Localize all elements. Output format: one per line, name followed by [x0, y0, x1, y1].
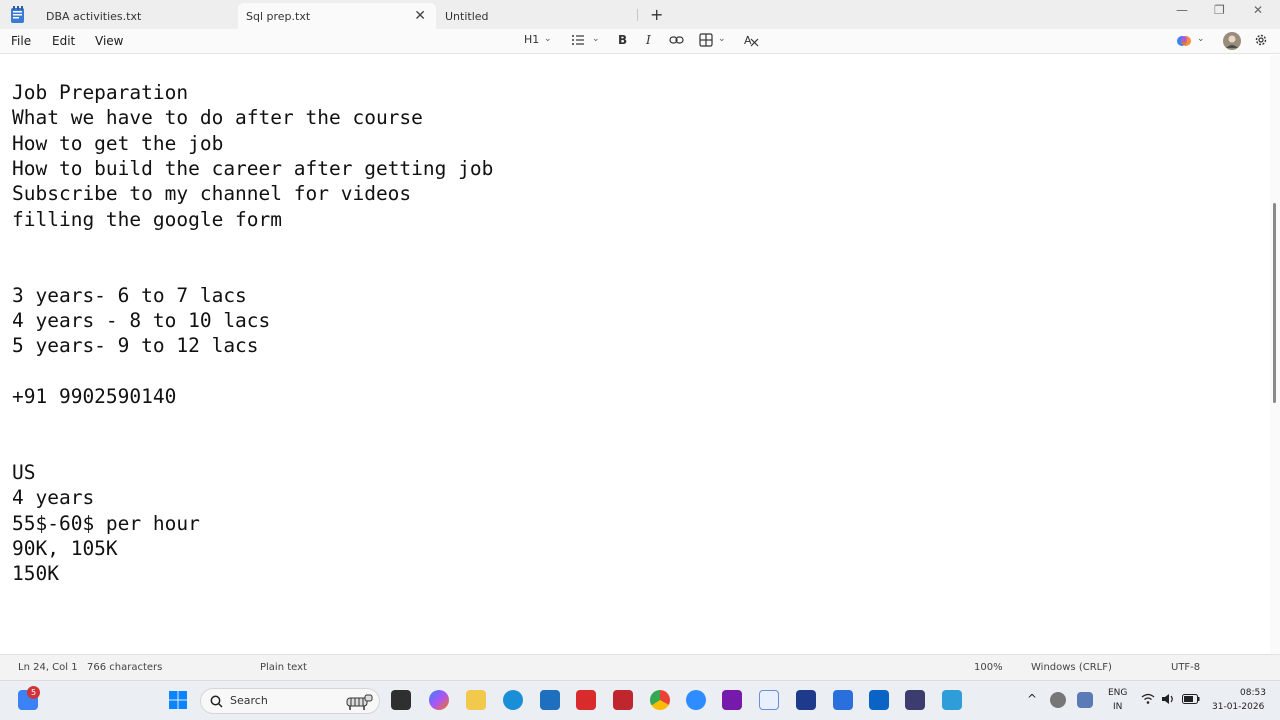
minimize-button[interactable]: —: [1176, 3, 1188, 17]
language-indicator-line2[interactable]: IN: [1113, 702, 1122, 712]
volume-icon[interactable]: [1161, 693, 1175, 705]
virtualbox-icon[interactable]: [905, 690, 925, 710]
file-format[interactable]: Plain text: [260, 662, 307, 673]
text-line: 90K, 105K: [12, 537, 118, 560]
menu-bar: File Edit View H1 ⌄ ⌄ B I ⌄ A ⌄: [0, 29, 1280, 54]
battery-icon[interactable]: [1182, 694, 1200, 704]
link-icon: [669, 36, 684, 44]
text-line: Subscribe to my channel for videos: [12, 182, 412, 205]
chrome-icon[interactable]: [650, 690, 670, 710]
text-line: 5 years- 9 to 12 lacs: [12, 334, 259, 357]
italic-button[interactable]: I: [646, 33, 651, 47]
avatar-icon: [1223, 32, 1241, 50]
remote-desktop-icon[interactable]: [796, 690, 816, 710]
character-count: 766 characters: [87, 662, 163, 673]
close-window-button[interactable]: ✕: [1253, 3, 1263, 17]
text-line: 4 years - 8 to 10 lacs: [12, 309, 271, 332]
edge-browser-icon[interactable]: [503, 690, 523, 710]
table-dropdown[interactable]: [699, 33, 713, 47]
copilot-button[interactable]: [1176, 33, 1192, 49]
scrollbar-thumb[interactable]: [1273, 203, 1276, 403]
search-icon: [210, 695, 223, 708]
start-button[interactable]: [168, 690, 188, 710]
zoom-level[interactable]: 100%: [974, 662, 1003, 673]
lastpass-icon[interactable]: [576, 690, 596, 710]
file-explorer-icon[interactable]: [466, 690, 486, 710]
chevron-down-icon: ⌄: [1197, 34, 1205, 44]
taskbar-search-box[interactable]: Search: [200, 688, 380, 714]
menu-view[interactable]: View: [95, 34, 123, 48]
language-indicator-line1[interactable]: ENG: [1108, 688, 1127, 698]
tab-label: Sql prep.txt: [246, 9, 311, 23]
cloud-sync-icon[interactable]: [1050, 692, 1066, 708]
taskbar: 5 Search ^ ENG IN 08:53 31-01-2026: [0, 680, 1280, 720]
clock-time[interactable]: 08:53: [1240, 688, 1266, 698]
bold-button[interactable]: B: [618, 33, 627, 47]
tab-label: DBA activities.txt: [46, 9, 142, 23]
list-dropdown[interactable]: [571, 33, 585, 47]
search-label: Search: [230, 694, 268, 707]
encoding[interactable]: UTF-8: [1171, 662, 1200, 673]
vertical-scrollbar[interactable]: [1270, 55, 1280, 654]
clock-date[interactable]: 31-01-2026: [1212, 702, 1264, 712]
text-line: Job Preparation: [12, 81, 189, 104]
text-line: How to get the job: [12, 132, 224, 155]
mcafee-icon[interactable]: [613, 690, 633, 710]
menu-file[interactable]: File: [11, 34, 31, 48]
photos-icon[interactable]: [869, 690, 889, 710]
table-icon: [699, 33, 713, 47]
clear-formatting-icon: A: [744, 34, 759, 47]
text-line: How to build the career after getting jo…: [12, 157, 494, 180]
settings-button[interactable]: [1254, 33, 1268, 47]
clear-formatting-button[interactable]: A: [744, 33, 759, 47]
text-editor[interactable]: Job Preparation What we have to do after…: [0, 55, 1270, 654]
line-ending[interactable]: Windows (CRLF): [1031, 662, 1112, 673]
copilot-icon: [1177, 36, 1191, 46]
chevron-down-icon: ⌄: [544, 34, 552, 44]
new-tab-button[interactable]: +: [650, 5, 663, 24]
onenote-icon[interactable]: [722, 690, 742, 710]
status-bar: Ln 24, Col 1 766 characters Plain text 1…: [0, 654, 1280, 680]
title-tab-bar: DBA activities.txt Sql prep.txt ✕ Untitl…: [0, 0, 1280, 29]
show-hidden-icons-button[interactable]: ^: [1027, 692, 1037, 706]
cursor-position[interactable]: Ln 24, Col 1: [18, 662, 78, 673]
close-tab-icon[interactable]: ✕: [414, 8, 426, 24]
chevron-down-icon: ⌄: [592, 34, 600, 44]
windows-logo-icon: [169, 691, 187, 709]
text-line: filling the google form: [12, 208, 283, 231]
copilot-taskbar-icon[interactable]: [429, 690, 449, 710]
gear-icon: [1255, 34, 1267, 46]
tab-untitled[interactable]: Untitled: [437, 3, 637, 29]
notification-badge: 5: [27, 686, 40, 699]
text-line: +91 9902590140: [12, 385, 177, 408]
link-button[interactable]: [669, 33, 684, 47]
bulleted-list-icon: [572, 35, 584, 45]
snipping-tool-icon[interactable]: [759, 690, 779, 710]
zoom-icon[interactable]: [686, 690, 706, 710]
sql-tool-icon[interactable]: [942, 690, 962, 710]
task-view-icon[interactable]: [391, 690, 411, 710]
notepad-app-icon: [11, 6, 24, 23]
heading-dropdown[interactable]: H1: [524, 33, 539, 46]
text-line: 150K: [12, 562, 59, 585]
menu-edit[interactable]: Edit: [52, 34, 75, 48]
tab-label: Untitled: [445, 9, 489, 23]
tab-sql-prep[interactable]: Sql prep.txt ✕: [238, 3, 436, 29]
tab-separator: [637, 9, 638, 21]
pen-tray-icon[interactable]: [1077, 692, 1093, 708]
chevron-down-icon: ⌄: [718, 34, 726, 44]
tab-dba-activities[interactable]: DBA activities.txt: [38, 3, 238, 29]
text-line: 4 years: [12, 486, 95, 509]
text-line: What we have to do after the course: [12, 106, 423, 129]
text-line: US: [12, 461, 36, 484]
zebra-doodle-icon: [346, 694, 373, 710]
store-icon[interactable]: [540, 690, 560, 710]
text-line: 3 years- 6 to 7 lacs: [12, 284, 247, 307]
text-line: 55$-60$ per hour: [12, 512, 200, 535]
svg-text:A: A: [744, 34, 752, 47]
wifi-icon[interactable]: [1141, 693, 1155, 705]
notepad-taskbar-icon[interactable]: [833, 690, 853, 710]
account-avatar[interactable]: [1223, 32, 1241, 50]
maximize-button[interactable]: ❐: [1214, 3, 1225, 17]
